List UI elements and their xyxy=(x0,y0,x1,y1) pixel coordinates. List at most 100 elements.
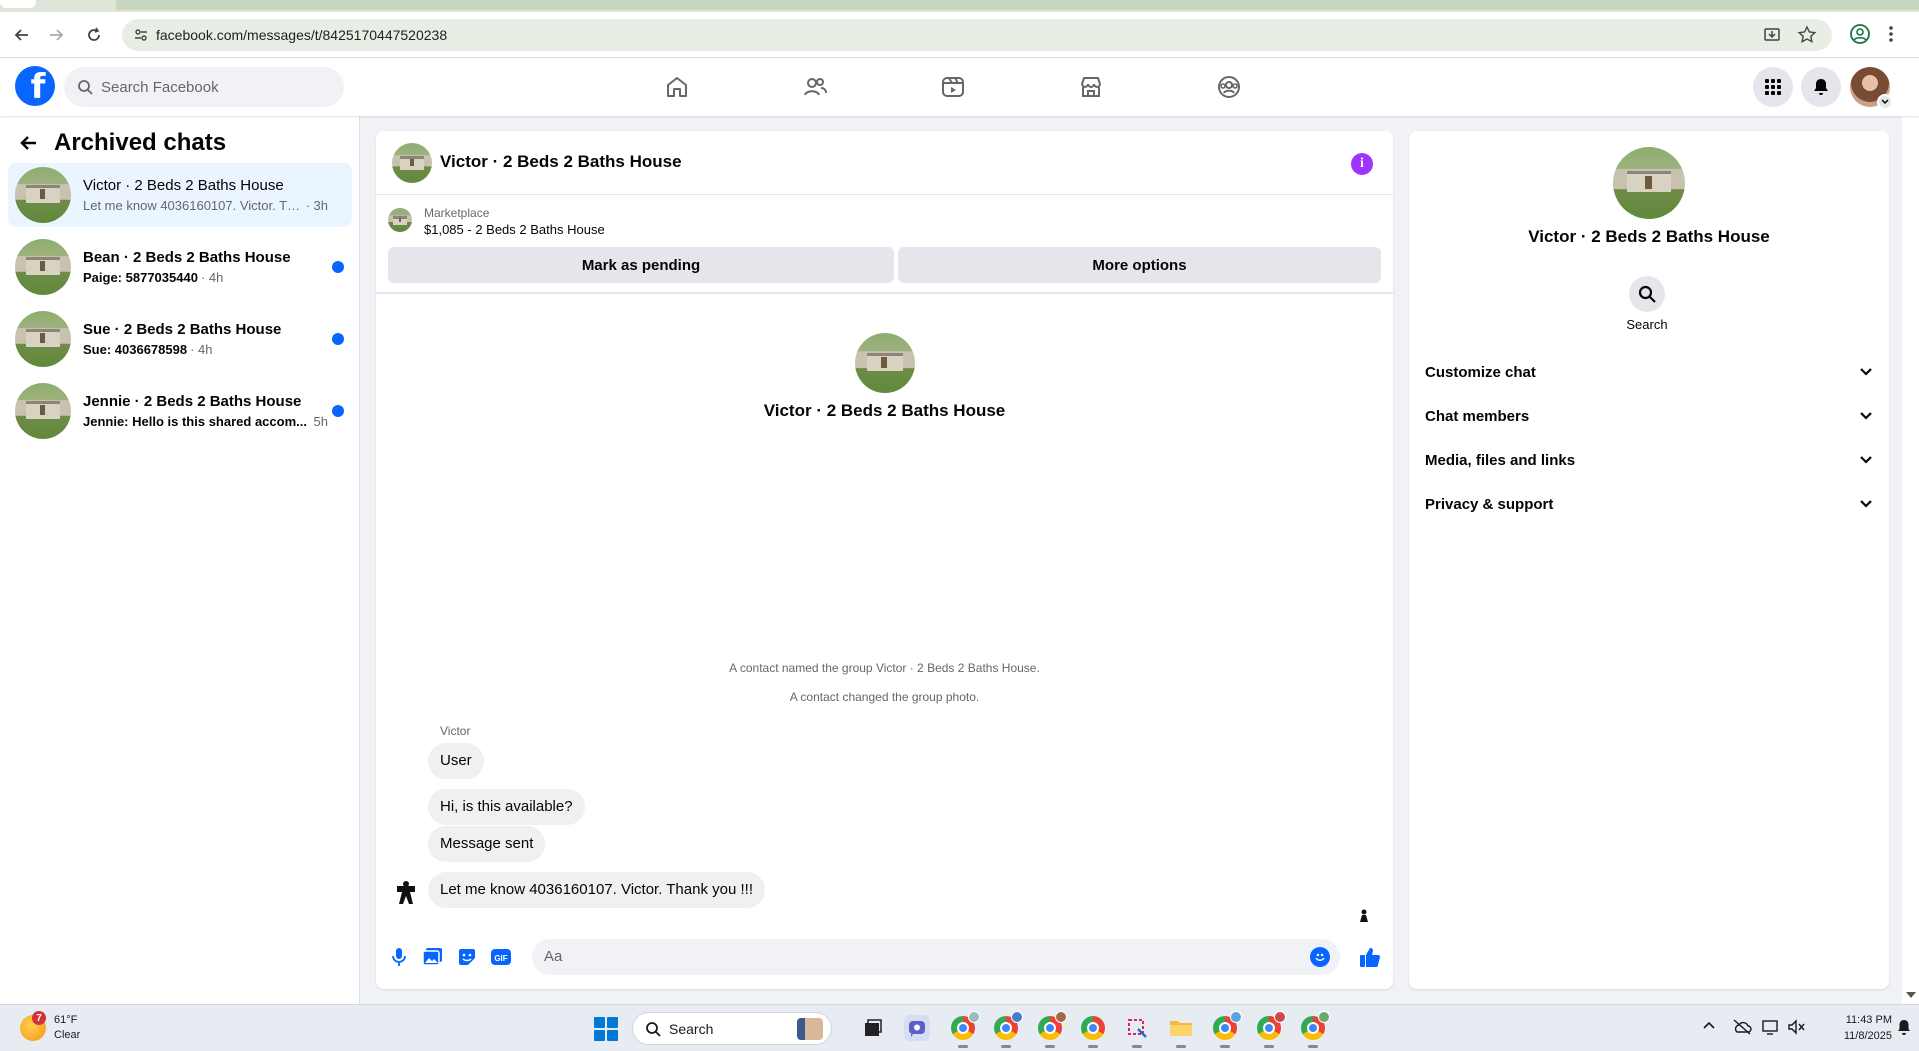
browser-menu-icon[interactable] xyxy=(1888,23,1894,45)
photo-icon[interactable] xyxy=(422,946,444,968)
reload-icon[interactable] xyxy=(82,23,106,47)
group-photo xyxy=(855,333,915,393)
chevron-up-icon[interactable] xyxy=(1702,1019,1716,1033)
site-info-icon[interactable] xyxy=(133,27,149,43)
groups-icon[interactable] xyxy=(1215,73,1243,101)
thumbs-up-icon[interactable] xyxy=(1359,946,1381,968)
message-input[interactable] xyxy=(544,948,1284,965)
onedrive-offline-icon[interactable] xyxy=(1732,1019,1752,1035)
bookmark-star-icon[interactable] xyxy=(1797,25,1817,45)
snipping-tool-icon[interactable] xyxy=(1124,1015,1150,1048)
facebook-logo-icon[interactable]: f xyxy=(15,66,55,106)
chat-time: · 4h xyxy=(200,270,224,285)
details-avatar xyxy=(1613,147,1685,219)
home-icon[interactable] xyxy=(663,73,691,101)
marketplace-icon[interactable] xyxy=(1077,73,1105,101)
message-composer: GIF xyxy=(376,935,1393,981)
profile-icon[interactable] xyxy=(1849,23,1871,45)
sender-avatar[interactable] xyxy=(392,878,420,906)
media-files-links-section[interactable]: Media, files and links xyxy=(1425,442,1873,478)
info-icon[interactable]: i xyxy=(1351,153,1373,175)
browser-toolbar: facebook.com/messages/t/8425170447520238 xyxy=(0,12,1919,58)
browser-tab[interactable] xyxy=(0,0,36,8)
volume-muted-icon[interactable] xyxy=(1787,1019,1805,1035)
chrome-icon[interactable] xyxy=(1300,1011,1330,1048)
section-label: Customize chat xyxy=(1425,363,1536,381)
system-clock[interactable]: 11:43 PM 11/8/2025 xyxy=(1816,1012,1892,1044)
chat-item-sue[interactable]: Sue · 2 Beds 2 Baths House Sue: 40366785… xyxy=(8,307,352,371)
search-in-conversation-button[interactable] xyxy=(1629,276,1665,312)
unread-dot xyxy=(332,405,344,417)
emoji-icon[interactable] xyxy=(1310,947,1330,967)
sender-name: Victor xyxy=(440,724,471,738)
message-bubble[interactable]: Hi, is this available? xyxy=(428,789,585,825)
gif-icon[interactable]: GIF xyxy=(490,946,512,968)
message-bubble[interactable]: Let me know 4036160107. Victor. Thank yo… xyxy=(428,872,765,908)
tab-strip xyxy=(0,0,1919,12)
chrome-icon[interactable] xyxy=(950,1011,980,1048)
weather-widget[interactable]: 7 61°F Clear xyxy=(20,1011,80,1043)
search-icon xyxy=(1638,285,1656,303)
install-app-icon[interactable] xyxy=(1762,25,1782,45)
chrome-icon[interactable] xyxy=(1256,1011,1286,1048)
network-icon[interactable] xyxy=(1762,1019,1780,1035)
taskbar: 7 61°F Clear Search 11:43 PM 11/8/2025 xyxy=(0,1004,1919,1051)
video-icon[interactable] xyxy=(939,73,967,101)
search-input[interactable] xyxy=(101,78,321,96)
forward-icon[interactable] xyxy=(44,23,68,47)
page-scrollbar[interactable] xyxy=(1902,58,1919,1004)
group-name: Victor · 2 Beds 2 Baths House xyxy=(763,401,1006,420)
chrome-icon[interactable] xyxy=(1037,1011,1067,1048)
address-bar[interactable]: facebook.com/messages/t/8425170447520238 xyxy=(122,19,1832,51)
message-bubble[interactable]: User xyxy=(428,743,484,779)
conversation-title[interactable]: Victor · 2 Beds 2 Baths House xyxy=(440,152,682,172)
section-label: Media, files and links xyxy=(1425,451,1576,469)
conversation-panel: Victor · 2 Beds 2 Baths House i Marketpl… xyxy=(376,131,1393,989)
chat-members-section[interactable]: Chat members xyxy=(1425,398,1873,434)
listing-thumbnail[interactable] xyxy=(388,208,412,232)
customize-chat-section[interactable]: Customize chat xyxy=(1425,354,1873,390)
chat-item-bean[interactable]: Bean · 2 Beds 2 Baths House Paige: 58770… xyxy=(8,235,352,299)
chevron-down-icon xyxy=(1859,367,1873,377)
conversation-avatar[interactable] xyxy=(392,143,432,183)
microphone-icon[interactable] xyxy=(388,946,410,968)
facebook-search[interactable] xyxy=(64,67,344,107)
chrome-icon[interactable] xyxy=(1080,1015,1106,1048)
taskbar-search[interactable]: Search xyxy=(632,1012,832,1045)
chat-avatar xyxy=(15,167,71,223)
weather-badge: 7 xyxy=(32,1011,46,1025)
archived-chats-panel: Archived chats Victor · 2 Beds 2 Baths H… xyxy=(0,116,360,1004)
chat-preview: Paige: 5877035440 xyxy=(83,270,198,285)
windows-start-icon[interactable] xyxy=(594,1017,618,1041)
clock-time: 11:43 PM xyxy=(1845,1014,1892,1026)
account-avatar[interactable] xyxy=(1850,67,1893,110)
scroll-down-icon[interactable] xyxy=(1906,992,1916,998)
back-arrow-icon[interactable] xyxy=(18,133,38,153)
chat-time: 5h xyxy=(313,414,328,429)
friends-icon[interactable] xyxy=(801,73,829,101)
chevron-down-icon xyxy=(1859,411,1873,421)
chrome-icon[interactable] xyxy=(1212,1011,1242,1048)
chat-time: · 3h xyxy=(305,198,328,213)
privacy-support-section[interactable]: Privacy & support xyxy=(1425,486,1873,522)
chat-item-jennie[interactable]: Jennie · 2 Beds 2 Baths House Jennie: He… xyxy=(8,379,352,443)
listing-title[interactable]: $1,085 - 2 Beds 2 Baths House xyxy=(424,222,605,237)
notifications-button[interactable] xyxy=(1801,67,1841,107)
unread-dot xyxy=(332,333,344,345)
chat-item-victor[interactable]: Victor · 2 Beds 2 Baths House Let me kno… xyxy=(8,163,352,227)
chat-details-panel: Victor · 2 Beds 2 Baths House Search Cus… xyxy=(1409,131,1889,989)
teams-icon[interactable] xyxy=(904,1015,930,1041)
back-icon[interactable] xyxy=(10,23,34,47)
message-bubble[interactable]: Message sent xyxy=(428,826,546,862)
chrome-icon[interactable] xyxy=(993,1011,1023,1048)
menu-grid-button[interactable] xyxy=(1753,67,1793,107)
message-input-container[interactable] xyxy=(532,939,1340,975)
file-explorer-icon[interactable] xyxy=(1168,1015,1194,1048)
section-label: Privacy & support xyxy=(1425,495,1554,513)
task-view-icon[interactable] xyxy=(860,1015,886,1041)
more-options-button[interactable]: More options xyxy=(898,247,1381,283)
notification-bell-icon[interactable] xyxy=(1896,1018,1912,1036)
chevron-down-icon xyxy=(1859,455,1873,465)
sticker-icon[interactable] xyxy=(456,946,478,968)
mark-as-pending-button[interactable]: Mark as pending xyxy=(388,247,894,283)
